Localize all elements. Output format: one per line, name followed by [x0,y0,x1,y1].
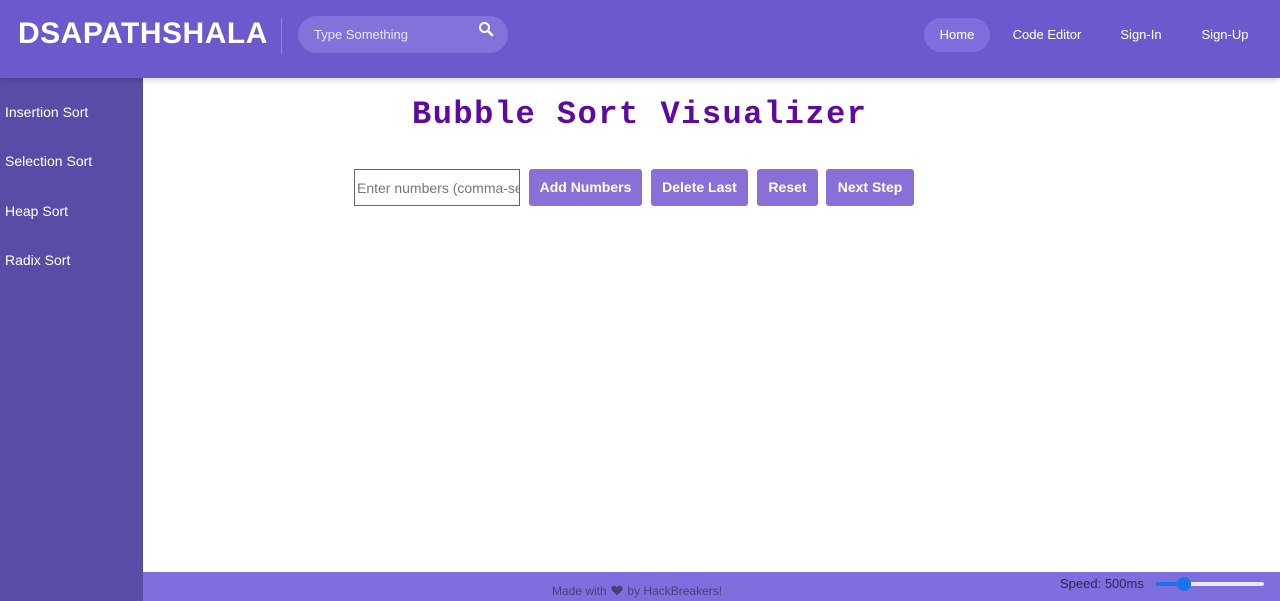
reset-button[interactable]: Reset [757,169,818,206]
brand-logo[interactable]: DSAPATHSHALA [18,17,268,51]
nav-code-editor-link[interactable]: Code Editor [1008,18,1086,52]
navbar: DSAPATHSHALA Home Code Editor Sign-In Si… [0,0,1280,78]
heart-icon [611,585,623,596]
nav-sign-up-link[interactable]: Sign-Up [1196,18,1254,52]
next-step-button[interactable]: Next Step [826,169,914,206]
sidebar-item-insertion-sort[interactable]: Insertion Sort [5,104,88,120]
sidebar-item-heap-sort[interactable]: Heap Sort [5,203,68,219]
search-box [298,16,508,53]
sidebar-item-selection-sort[interactable]: Selection Sort [5,153,92,169]
speed-label: Speed: 500ms [1060,576,1144,591]
search-icon[interactable] [478,21,494,37]
footer-made-with: Made with [552,584,607,598]
sidebar-item-radix-sort[interactable]: Radix Sort [5,252,70,268]
nav-home-link[interactable]: Home [924,18,990,52]
speed-slider-thumb[interactable] [1177,577,1191,591]
footer: Made with by HackBreakers! Speed: 500ms [143,572,1280,601]
delete-last-button[interactable]: Delete Last [651,169,748,206]
brand-divider [281,18,282,54]
footer-credit: Made with by HackBreakers! [552,584,722,598]
nav-sign-in-link[interactable]: Sign-In [1116,18,1166,52]
speed-slider[interactable] [1156,577,1264,591]
numbers-input[interactable] [354,169,520,206]
page-title: Bubble Sort Visualizer [412,96,868,133]
search-input[interactable] [314,25,474,43]
add-numbers-button[interactable]: Add Numbers [529,169,642,206]
speed-slider-track [1184,582,1264,586]
footer-by: by HackBreakers! [627,584,723,598]
sidebar: Insertion Sort Selection Sort Heap Sort … [0,78,143,601]
